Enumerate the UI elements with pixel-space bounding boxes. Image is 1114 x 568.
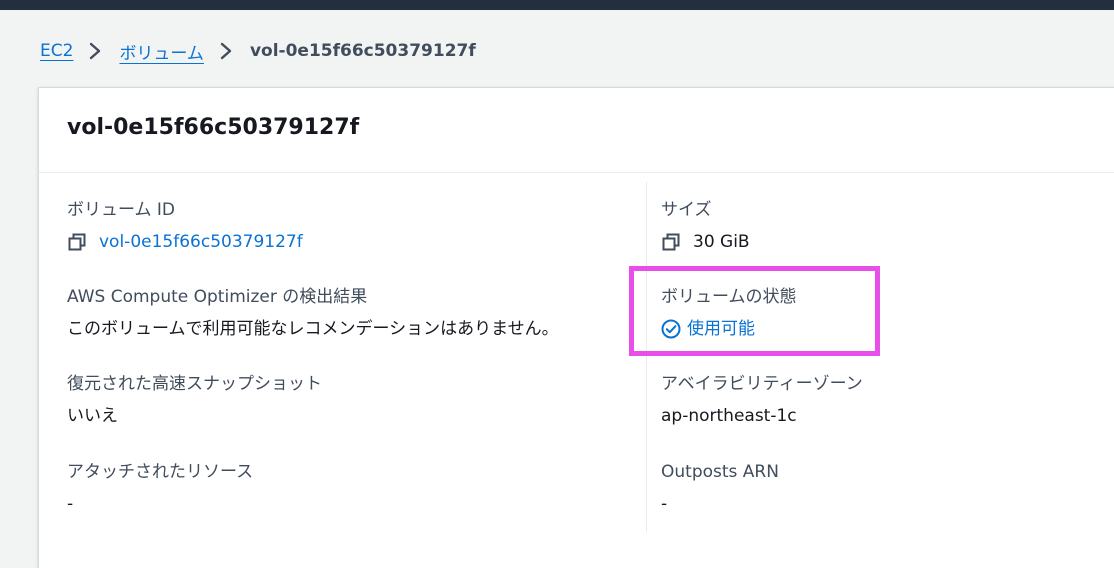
field-value-size: 30 GiB <box>661 230 750 254</box>
field-volume-state: ボリュームの状態 使用可能 <box>661 285 797 341</box>
volume-id-link[interactable]: vol-0e15f66c50379127f <box>99 230 303 254</box>
status-badge: 使用可能 <box>661 317 797 341</box>
field-size: サイズ 30 GiB <box>661 198 750 254</box>
copy-icon[interactable] <box>67 232 87 252</box>
panel-header: vol-0e15f66c50379127f <box>39 88 1114 173</box>
field-volume-id: ボリューム ID vol-0e15f66c50379127f <box>67 198 303 254</box>
field-compute-optimizer: AWS Compute Optimizer の検出結果 このボリュームで利用可能… <box>67 285 559 341</box>
field-value-volume-id: vol-0e15f66c50379127f <box>67 230 303 254</box>
field-label-fast-snapshot: 復元された高速スナップショット <box>67 374 322 394</box>
field-availability-zone: アベイラビリティーゾーン ap-northeast-1c <box>661 372 863 428</box>
field-label-attached-resources: アタッチされたリソース <box>67 462 254 482</box>
field-outposts-arn: Outposts ARN - <box>661 460 779 516</box>
field-fast-snapshot: 復元された高速スナップショット いいえ <box>67 372 322 428</box>
volume-state-text: 使用可能 <box>687 319 755 339</box>
field-value-compute-optimizer: このボリュームで利用可能なレコメンデーションはありません。 <box>67 319 559 339</box>
field-value-attached-resources: - <box>67 494 74 514</box>
top-navigation-bar <box>0 0 1114 10</box>
chevron-right-icon <box>220 42 232 60</box>
field-value-availability-zone: ap-northeast-1c <box>661 406 797 426</box>
volume-details-panel: vol-0e15f66c50379127f ボリューム ID vol-0e15f… <box>38 87 1114 568</box>
field-label-availability-zone: アベイラビリティーゾーン <box>661 374 863 394</box>
page-title: vol-0e15f66c50379127f <box>67 115 360 140</box>
breadcrumb: EC2 ボリューム vol-0e15f66c50379127f <box>40 37 476 65</box>
breadcrumb-link-ec2[interactable]: EC2 <box>40 41 73 61</box>
field-label-compute-optimizer: AWS Compute Optimizer の検出結果 <box>67 287 368 307</box>
field-value-fast-snapshot: いいえ <box>67 406 118 426</box>
check-circle-icon <box>661 319 681 339</box>
breadcrumb-current: vol-0e15f66c50379127f <box>249 41 476 61</box>
field-label-outposts-arn: Outposts ARN <box>661 462 779 482</box>
chevron-right-icon <box>90 42 101 60</box>
field-attached-resources: アタッチされたリソース - <box>67 460 253 516</box>
size-value-text: 30 GiB <box>693 232 750 252</box>
column-divider <box>646 182 647 532</box>
field-value-outposts-arn: - <box>661 494 668 514</box>
field-label-volume-state: ボリュームの状態 <box>661 287 797 307</box>
copy-icon[interactable] <box>661 232 681 252</box>
breadcrumb-link-volumes[interactable]: ボリューム <box>119 39 204 64</box>
field-label-volume-id: ボリューム ID <box>67 200 175 220</box>
field-label-size: サイズ <box>661 200 712 220</box>
